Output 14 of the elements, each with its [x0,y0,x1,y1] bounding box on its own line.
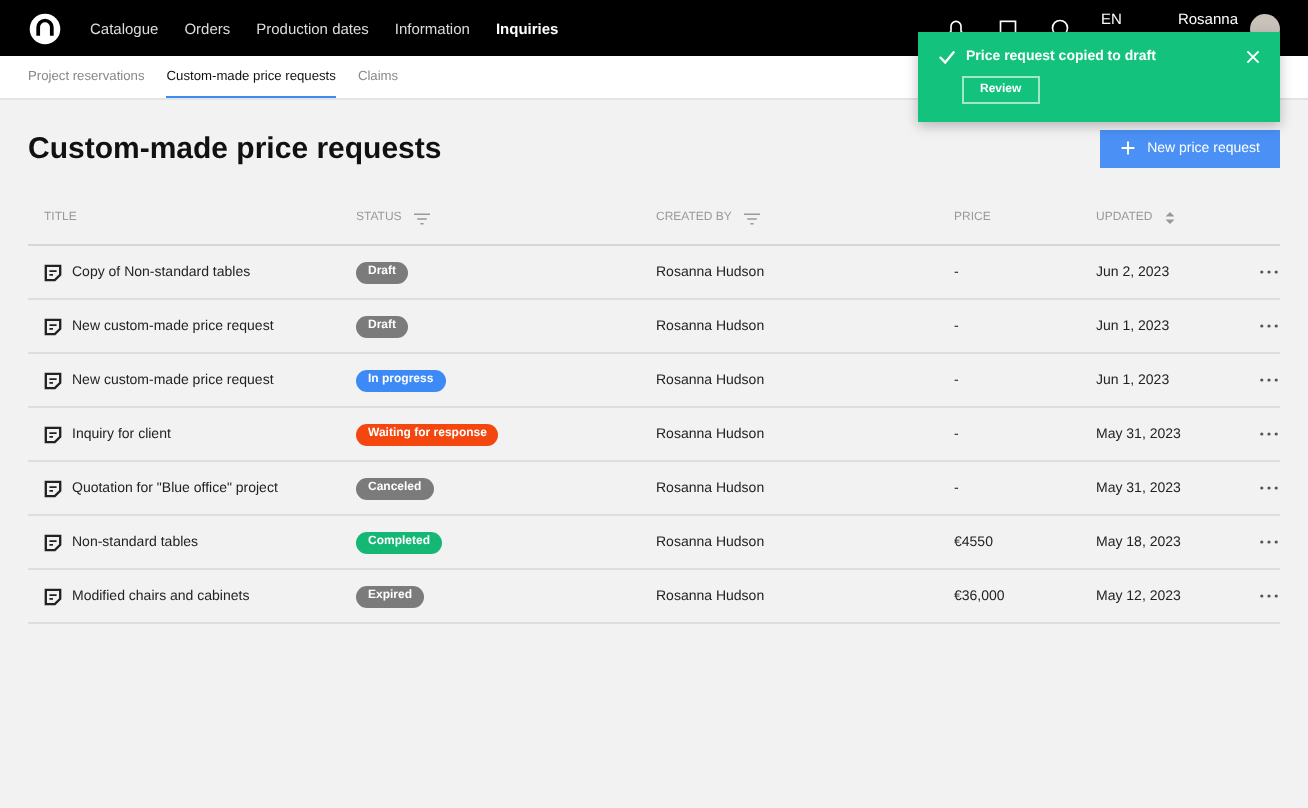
document-icon [44,479,62,497]
plus-icon [1119,140,1136,156]
logo-icon[interactable] [28,11,62,45]
filter-icon[interactable] [743,211,760,225]
filter-icon[interactable] [413,211,430,225]
document-icon [44,425,62,443]
document-icon [44,587,62,605]
sort-icon[interactable] [1164,210,1177,226]
check-icon [938,48,956,66]
document-icon [44,533,62,551]
document-icon [44,263,62,281]
document-icon [44,371,62,389]
page-title: Custom-made price requests [28,131,442,165]
document-icon [44,317,62,335]
